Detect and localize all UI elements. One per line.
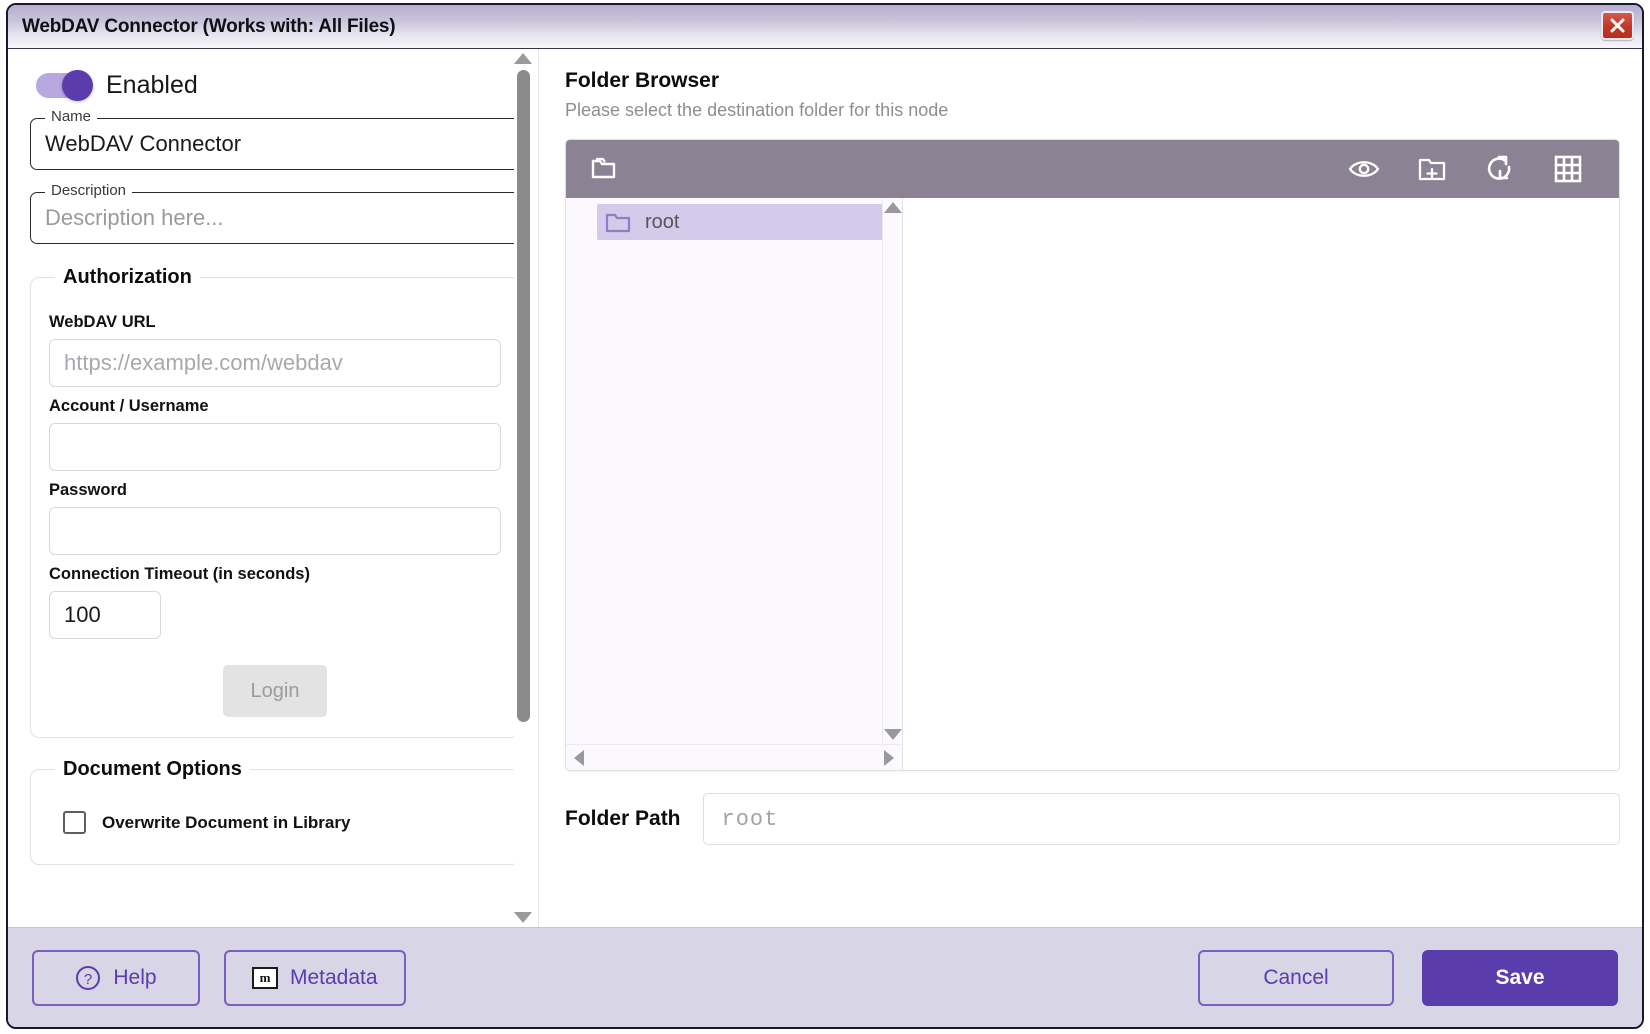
name-field-value: WebDAV Connector	[45, 131, 242, 156]
scroll-down-arrow-icon[interactable]	[514, 912, 532, 923]
username-input[interactable]	[49, 423, 501, 471]
folder-browser-card: root	[565, 139, 1620, 771]
grid-view-icon[interactable]	[1551, 152, 1585, 186]
tree-scroll-down-icon[interactable]	[883, 729, 902, 740]
folder-path-row: Folder Path root	[565, 793, 1620, 845]
preview-icon[interactable]	[1347, 152, 1381, 186]
authorization-section: Authorization WebDAV URL https://example…	[30, 266, 520, 738]
toggle-knob	[62, 70, 93, 101]
folder-path-label: Folder Path	[565, 807, 681, 830]
enabled-toggle[interactable]	[36, 70, 93, 101]
webdav-url-label: WebDAV URL	[49, 313, 156, 331]
overwrite-document-row[interactable]: Overwrite Document in Library	[63, 811, 501, 834]
new-folder-icon[interactable]	[1415, 152, 1449, 186]
timeout-value: 100	[64, 602, 101, 627]
scroll-up-arrow-icon[interactable]	[514, 53, 532, 64]
metadata-button[interactable]: m Metadata	[224, 949, 406, 1006]
timeout-label: Connection Timeout (in seconds)	[49, 565, 310, 583]
help-button-label: Help	[113, 965, 157, 989]
folder-copy-icon[interactable]	[588, 152, 622, 186]
cancel-button-label: Cancel	[1263, 965, 1329, 989]
webdav-url-placeholder: https://example.com/webdav	[64, 350, 343, 375]
file-list-panel[interactable]	[903, 198, 1619, 770]
folder-path-input[interactable]: root	[702, 793, 1620, 845]
toolbar-left-group	[588, 152, 622, 186]
folder-browser-subtitle: Please select the destination folder for…	[565, 100, 949, 120]
question-circle-icon: ?	[76, 965, 101, 990]
refresh-icon[interactable]	[1483, 152, 1517, 186]
description-field[interactable]: Description Description here...	[30, 182, 520, 244]
webdav-connector-dialog: WebDAV Connector (Works with: All Files)…	[6, 3, 1644, 1029]
login-button-wrap: Login	[49, 665, 501, 717]
folder-browser-title: Folder Browser	[565, 69, 720, 92]
tree-scroll-up-icon[interactable]	[883, 202, 902, 213]
save-button[interactable]: Save	[1422, 949, 1618, 1006]
tree-item-label: root	[645, 210, 680, 233]
folder-tree-vertical-scrollbar[interactable]	[882, 198, 902, 744]
footer-left-actions: ? Help m Metadata	[32, 949, 406, 1006]
username-label: Account / Username	[49, 397, 209, 415]
folder-path-placeholder: root	[721, 806, 779, 832]
document-options-section: Document Options Overwrite Document in L…	[30, 758, 520, 865]
document-options-legend: Document Options	[63, 758, 242, 780]
description-field-placeholder: Description here...	[45, 205, 224, 230]
folder-tree-scrollarea: root	[566, 198, 902, 744]
help-button[interactable]: ? Help	[32, 949, 200, 1006]
timeout-input[interactable]: 100	[49, 591, 161, 639]
tree-scroll-left-icon[interactable]	[574, 749, 584, 766]
svg-text:?: ?	[84, 971, 92, 988]
folder-icon	[605, 213, 631, 232]
settings-panel: Enabled Name WebDAV Connector Descriptio…	[8, 49, 538, 927]
cancel-button[interactable]: Cancel	[1198, 949, 1394, 1006]
save-button-label: Save	[1495, 965, 1545, 989]
overwrite-document-label: Overwrite Document in Library	[102, 812, 351, 832]
scrollbar-thumb[interactable]	[516, 70, 530, 723]
enabled-toggle-row: Enabled	[36, 70, 520, 101]
dialog-body: Enabled Name WebDAV Connector Descriptio…	[8, 49, 1642, 927]
close-button[interactable]	[1601, 11, 1634, 40]
close-icon	[1610, 18, 1625, 33]
name-field[interactable]: Name WebDAV Connector	[30, 108, 520, 170]
authorization-legend: Authorization	[63, 266, 192, 288]
folder-browser-body: root	[566, 198, 1619, 770]
folder-tree-horizontal-scrollbar[interactable]	[566, 744, 902, 770]
footer-right-actions: Cancel Save	[1198, 949, 1618, 1006]
folder-tree-panel: root	[566, 198, 903, 770]
description-field-label: Description	[45, 182, 133, 199]
tree-item-root[interactable]: root	[597, 204, 888, 240]
settings-panel-scrollbar[interactable]	[514, 49, 532, 927]
metadata-button-label: Metadata	[290, 965, 378, 989]
folder-browser-toolbar	[566, 140, 1619, 198]
dialog-footer: ? Help m Metadata Cancel Save	[8, 927, 1642, 1027]
tree-scroll-right-icon[interactable]	[884, 749, 894, 766]
title-bar: WebDAV Connector (Works with: All Files)	[8, 5, 1642, 49]
webdav-url-input[interactable]: https://example.com/webdav	[49, 339, 501, 387]
metadata-icon: m	[252, 966, 278, 989]
name-field-label: Name	[45, 108, 98, 125]
enabled-toggle-label: Enabled	[106, 71, 198, 99]
scrollbar-track[interactable]	[516, 70, 530, 906]
toolbar-actions	[1347, 152, 1601, 186]
password-label: Password	[49, 481, 127, 499]
window-title: WebDAV Connector (Works with: All Files)	[22, 15, 396, 37]
password-input[interactable]	[49, 507, 501, 555]
metadata-icon-glyph: m	[259, 969, 271, 985]
overwrite-document-checkbox[interactable]	[63, 811, 86, 834]
folder-browser-panel: Folder Browser Please select the destina…	[539, 49, 1642, 927]
login-button[interactable]: Login	[223, 665, 327, 717]
